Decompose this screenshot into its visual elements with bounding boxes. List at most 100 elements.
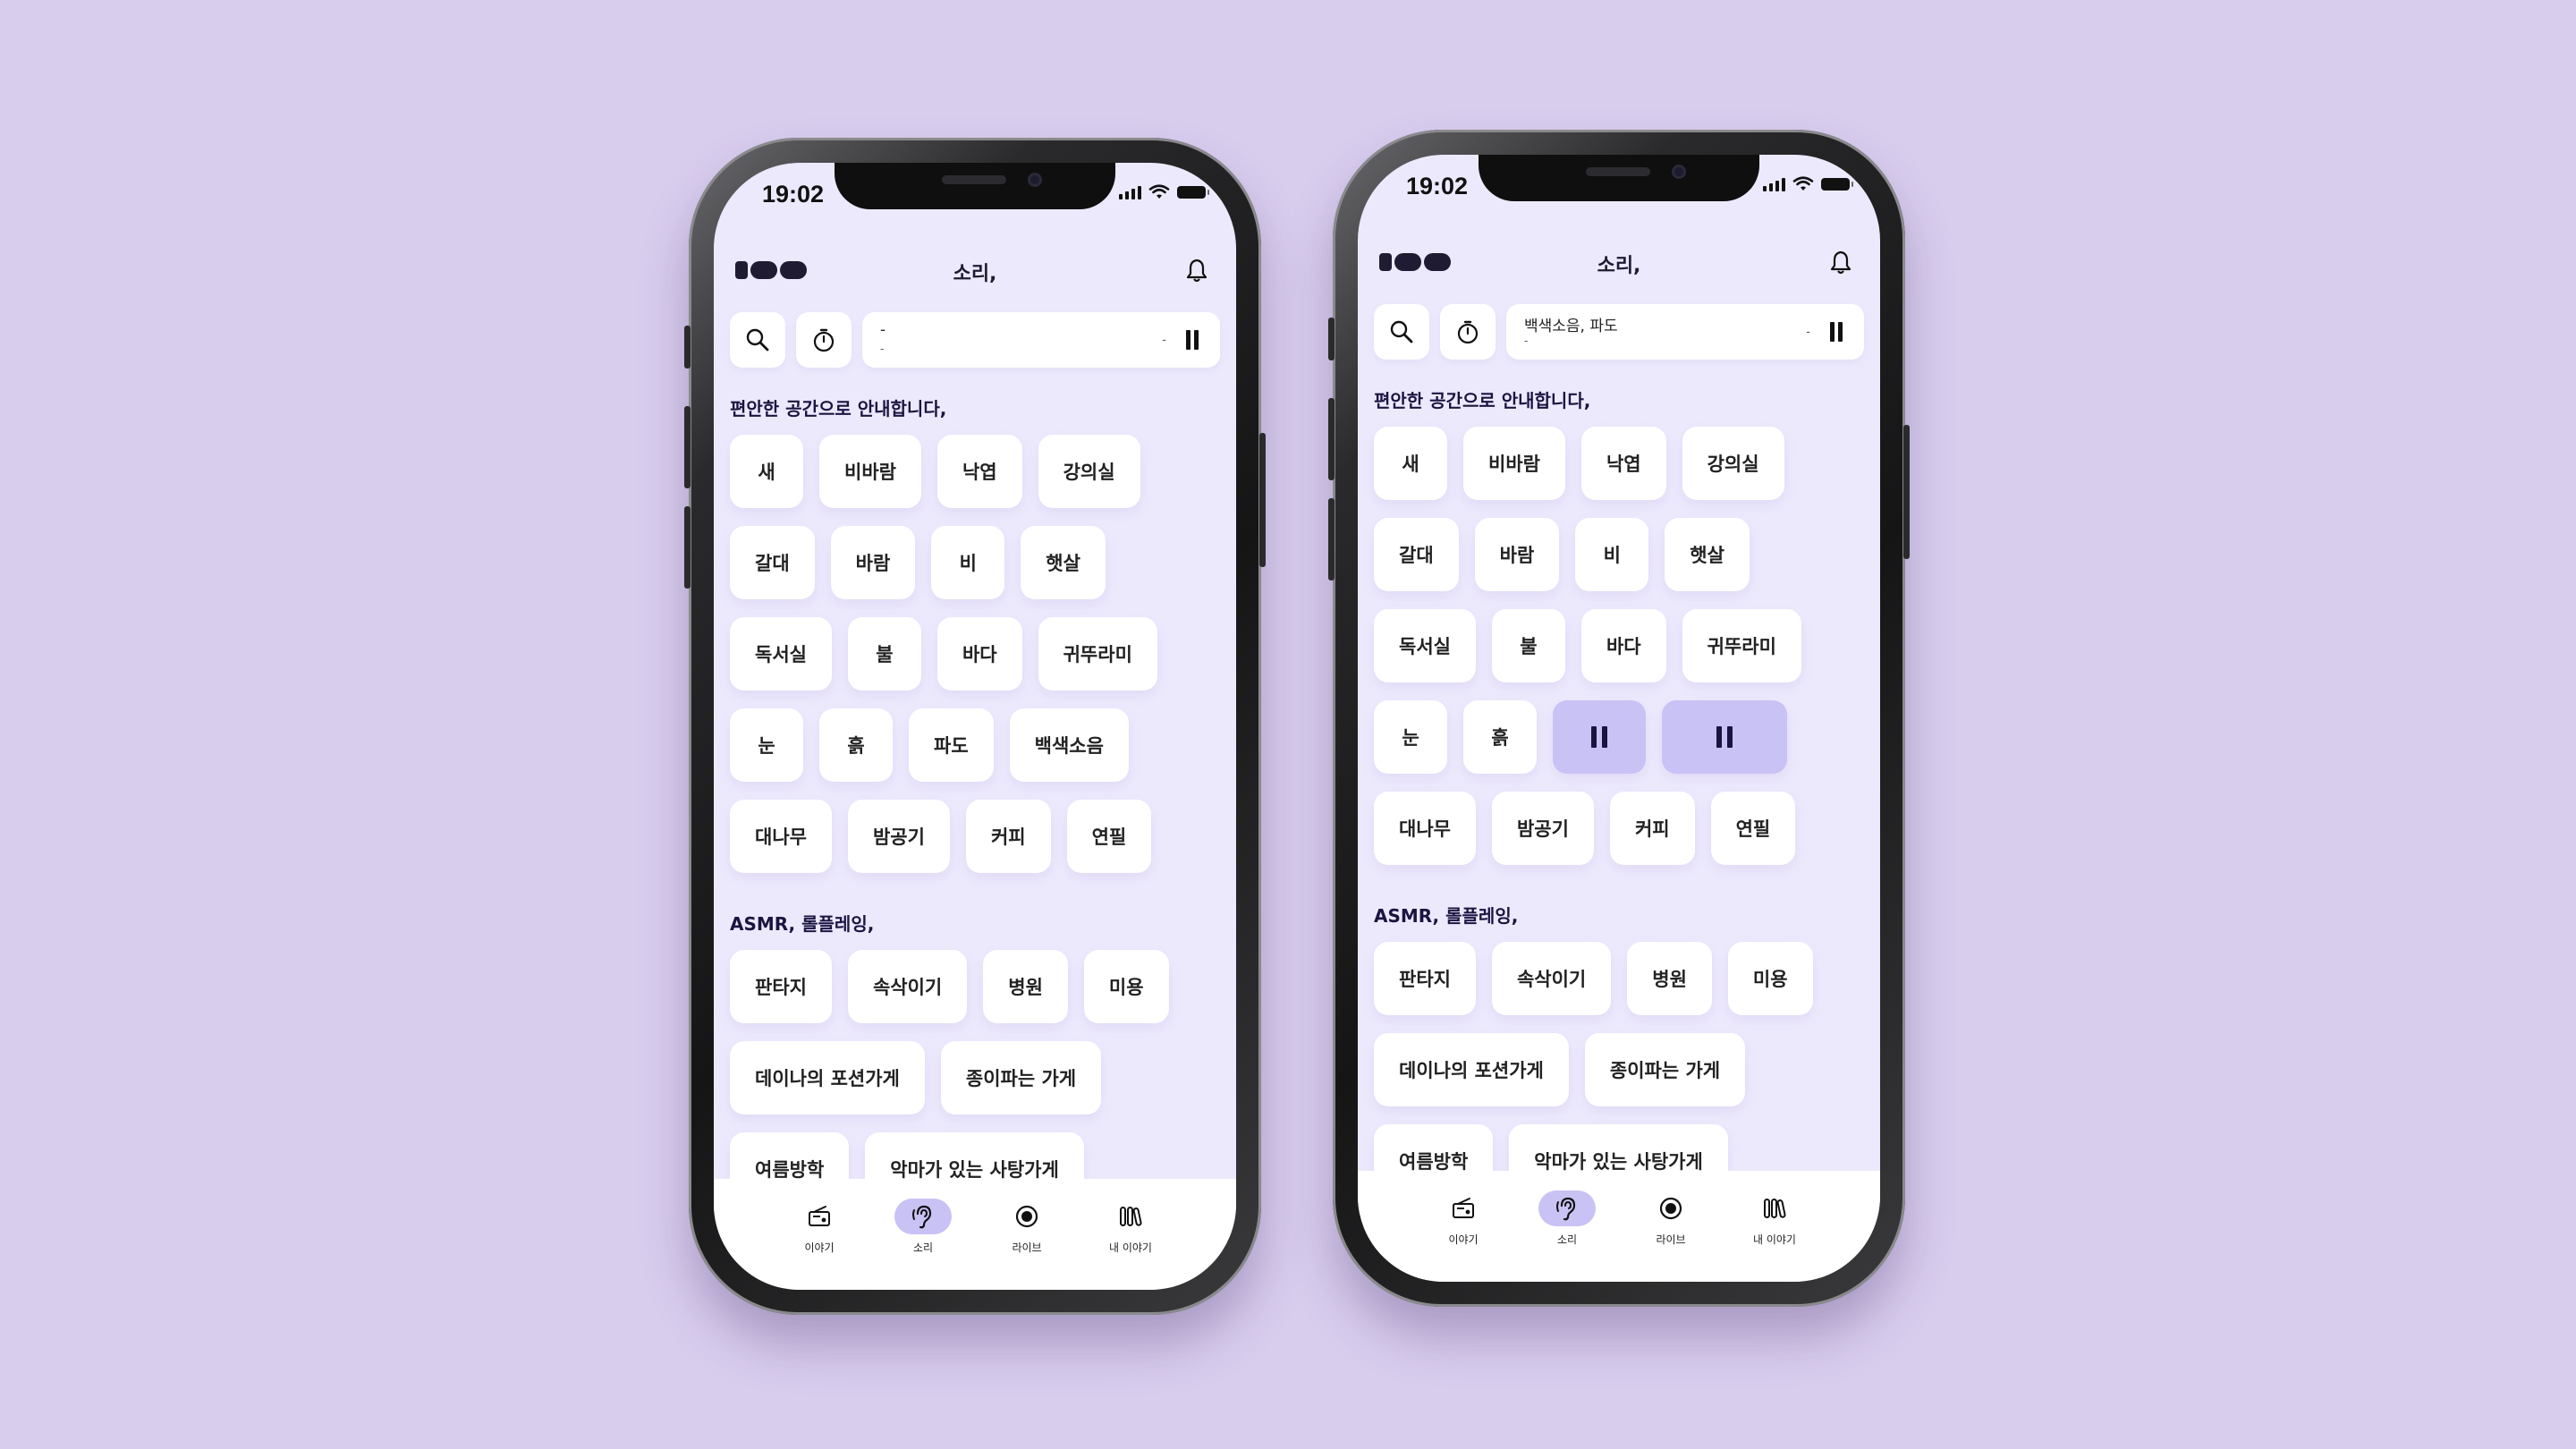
sound-chip[interactable]: 눈 bbox=[730, 708, 803, 782]
sound-chip[interactable]: 비 bbox=[1575, 518, 1649, 591]
pause-icon[interactable] bbox=[1830, 322, 1844, 342]
status-time: 19:02 bbox=[762, 181, 825, 208]
asmr-chip[interactable]: 데이나의 포션가게 bbox=[1374, 1033, 1569, 1106]
tab-label: 소리 bbox=[1556, 1233, 1578, 1246]
tab-my-story[interactable]: 내 이야기 bbox=[1741, 1191, 1809, 1247]
pause-icon[interactable] bbox=[1186, 330, 1200, 350]
sound-chip[interactable]: 비바람 bbox=[1463, 427, 1565, 500]
sound-chip[interactable]: 햇살 bbox=[1021, 526, 1106, 599]
sound-row: 대나무 밤공기 커피 연필 bbox=[730, 800, 1220, 873]
tab-story[interactable]: 이야기 bbox=[785, 1199, 853, 1255]
now-playing-subtitle: - bbox=[1524, 335, 1529, 347]
sound-chip[interactable]: 강의실 bbox=[1038, 435, 1140, 508]
pause-icon bbox=[1591, 726, 1607, 748]
sound-row: 눈 흙 bbox=[1374, 700, 1864, 774]
sound-chip[interactable]: 파도 bbox=[909, 708, 994, 782]
sound-chip[interactable]: 강의실 bbox=[1682, 427, 1784, 500]
sound-chip[interactable]: 대나무 bbox=[730, 800, 832, 873]
asmr-chip[interactable]: 판타지 bbox=[730, 950, 832, 1023]
volume-down-button bbox=[684, 506, 691, 589]
tab-label: 라이브 bbox=[1012, 1241, 1042, 1254]
sound-chip[interactable]: 흙 bbox=[819, 708, 893, 782]
sound-chip[interactable]: 연필 bbox=[1066, 800, 1152, 873]
content: 편안한 공간으로 안내합니다, 새 비바람 낙엽 강의실 갈대 바람 비 햇살 … bbox=[730, 395, 1220, 1224]
sound-chip[interactable]: 커피 bbox=[965, 800, 1051, 873]
sound-chip-playing[interactable] bbox=[1662, 700, 1787, 774]
asmr-chip[interactable]: 판타지 bbox=[1374, 942, 1476, 1015]
sound-chip[interactable]: 백색소음 bbox=[1009, 708, 1129, 782]
timer-icon bbox=[1457, 320, 1479, 344]
asmr-chip[interactable]: 병원 bbox=[983, 950, 1068, 1023]
asmr-chip[interactable]: 미용 bbox=[1727, 942, 1813, 1015]
sound-row: 새 비바람 낙엽 강의실 bbox=[1374, 427, 1864, 500]
timer-button[interactable] bbox=[796, 312, 852, 368]
sound-chip-playing[interactable] bbox=[1553, 700, 1646, 774]
sound-chip[interactable]: 귀뚜라미 bbox=[1038, 617, 1157, 691]
tab-live[interactable]: 라이브 bbox=[1637, 1191, 1705, 1247]
sound-chip[interactable]: 독서실 bbox=[730, 617, 832, 691]
tab-story[interactable]: 이야기 bbox=[1429, 1191, 1497, 1247]
sound-chip[interactable]: 바다 bbox=[936, 617, 1022, 691]
sound-chip[interactable]: 비바람 bbox=[819, 435, 921, 508]
sound-chip[interactable]: 햇살 bbox=[1665, 518, 1750, 591]
silent-switch bbox=[684, 326, 691, 369]
tab-sound[interactable]: 소리 bbox=[889, 1199, 957, 1255]
sound-chip[interactable]: 새 bbox=[730, 435, 803, 508]
sound-chip[interactable]: 커피 bbox=[1609, 792, 1695, 865]
notch bbox=[835, 163, 1115, 209]
sound-row: 대나무 밤공기 커피 연필 bbox=[1374, 792, 1864, 865]
volume-up-button bbox=[1328, 398, 1335, 480]
sound-chip[interactable]: 독서실 bbox=[1374, 609, 1476, 682]
tab-my-story[interactable]: 내 이야기 bbox=[1097, 1199, 1165, 1255]
asmr-chip[interactable]: 미용 bbox=[1083, 950, 1169, 1023]
sound-chip[interactable]: 바람 bbox=[1474, 518, 1560, 591]
signal-icon bbox=[1763, 177, 1785, 191]
sound-chip[interactable]: 갈대 bbox=[1374, 518, 1459, 591]
sound-chip[interactable]: 눈 bbox=[1374, 700, 1447, 774]
section-title-asmr: ASMR, 롤플레잉, bbox=[1374, 905, 1519, 927]
now-playing-bar[interactable]: 백색소음, 파도 - - bbox=[1506, 304, 1864, 360]
sound-chip[interactable]: 비 bbox=[931, 526, 1005, 599]
search-button[interactable] bbox=[730, 312, 785, 368]
asmr-chip[interactable]: 속삭이기 bbox=[847, 950, 968, 1023]
tab-bar: 이야기 소리 라이브 내 이야기 bbox=[714, 1179, 1236, 1290]
phone-left: 19:02 소리, - - - 편안한 공간으로 안내합니다, 새 비바람 낙엽… bbox=[684, 138, 1266, 1315]
search-button[interactable] bbox=[1374, 304, 1429, 360]
asmr-chip[interactable]: 데이나의 포션가게 bbox=[730, 1041, 925, 1114]
sound-row: 갈대 바람 비 햇살 bbox=[730, 526, 1220, 599]
asmr-chip[interactable]: 속삭이기 bbox=[1491, 942, 1612, 1015]
sound-chip[interactable]: 귀뚜라미 bbox=[1682, 609, 1801, 682]
now-playing-bar[interactable]: - - - bbox=[862, 312, 1220, 368]
asmr-chip[interactable]: 병원 bbox=[1627, 942, 1712, 1015]
record-icon bbox=[1659, 1197, 1682, 1220]
sound-chip[interactable]: 밤공기 bbox=[1491, 792, 1594, 865]
tab-sound[interactable]: 소리 bbox=[1533, 1191, 1601, 1247]
asmr-chip[interactable]: 종이파는 가게 bbox=[1584, 1033, 1746, 1106]
bell-icon[interactable] bbox=[1182, 256, 1211, 284]
library-icon bbox=[1120, 1207, 1142, 1226]
sound-chip[interactable]: 새 bbox=[1374, 427, 1447, 500]
sound-chip[interactable]: 불 bbox=[847, 617, 921, 691]
sound-chip[interactable]: 밤공기 bbox=[847, 800, 950, 873]
radio-icon bbox=[1453, 1198, 1474, 1218]
sound-chip[interactable]: 바다 bbox=[1580, 609, 1666, 682]
tab-label: 이야기 bbox=[1448, 1233, 1479, 1246]
sound-chip[interactable]: 갈대 bbox=[730, 526, 815, 599]
sound-chip[interactable]: 바람 bbox=[830, 526, 916, 599]
asmr-chip[interactable]: 종이파는 가게 bbox=[940, 1041, 1102, 1114]
sound-row: 독서실 불 바다 귀뚜라미 bbox=[730, 617, 1220, 691]
timer-button[interactable] bbox=[1440, 304, 1496, 360]
now-playing-time: - bbox=[1806, 326, 1810, 339]
tab-bar: 이야기 소리 라이브 내 이야기 bbox=[1358, 1171, 1880, 1282]
power-button bbox=[1259, 433, 1266, 567]
sound-chip[interactable]: 낙엽 bbox=[1580, 427, 1666, 500]
sound-chip[interactable]: 대나무 bbox=[1374, 792, 1476, 865]
tab-live[interactable]: 라이브 bbox=[993, 1199, 1061, 1255]
sound-chip[interactable]: 흙 bbox=[1463, 700, 1537, 774]
sound-chip[interactable]: 낙엽 bbox=[936, 435, 1022, 508]
status-icons bbox=[1763, 176, 1853, 192]
battery-icon bbox=[1177, 186, 1209, 199]
sound-chip[interactable]: 불 bbox=[1491, 609, 1565, 682]
bell-icon[interactable] bbox=[1826, 248, 1855, 276]
sound-chip[interactable]: 연필 bbox=[1710, 792, 1796, 865]
